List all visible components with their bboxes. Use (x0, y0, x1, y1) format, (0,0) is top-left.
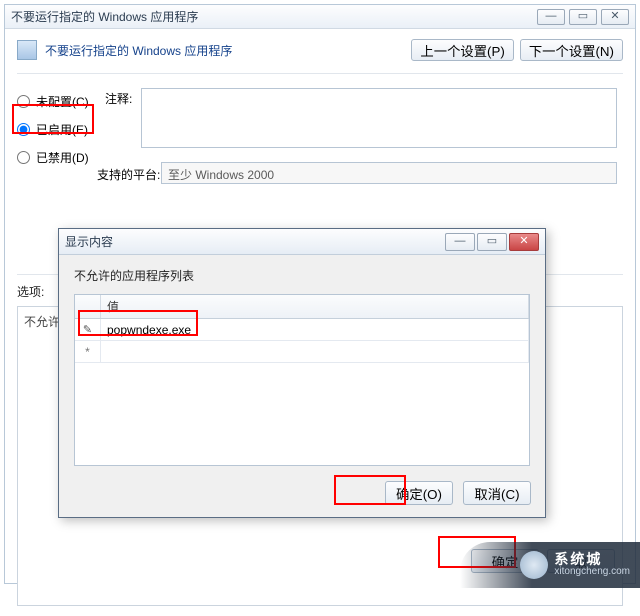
grid-header-blank (75, 295, 101, 318)
gp-header-row: 不要运行指定的 Windows 应用程序 上一个设置(P) 下一个设置(N) (17, 39, 623, 74)
asterisk-icon: * (85, 345, 90, 359)
gp-titlebar: 不要运行指定的 Windows 应用程序 — ▭ ✕ (5, 5, 635, 29)
radio-disabled-label: 已禁用(D) (36, 149, 89, 166)
minimize-button[interactable]: — (537, 9, 565, 25)
dialog-close-button[interactable]: ✕ (509, 233, 539, 251)
grid-header-value: 值 (101, 295, 529, 318)
radio-not-configured[interactable] (17, 95, 30, 108)
grid-new-cell[interactable] (101, 341, 529, 362)
dialog-maximize-button[interactable]: ▭ (477, 233, 507, 251)
state-radio-group: 未配置(C) 已启用(E) 已禁用(D) 注释: 支持的平台: 至少 Windo… (17, 88, 623, 170)
dialog-window-controls: — ▭ ✕ (443, 233, 539, 251)
grid-header: 值 (75, 295, 529, 319)
pencil-icon: ✎ (83, 323, 92, 336)
policy-icon (17, 40, 37, 60)
window-controls: — ▭ ✕ (537, 9, 629, 25)
grid-row-new[interactable]: * (75, 341, 529, 363)
dialog-caption: 不允许的应用程序列表 (74, 267, 530, 284)
dialog-body: 不允许的应用程序列表 值 ✎ * 确定(O) 取消(C) (59, 255, 545, 478)
show-contents-dialog: 显示内容 — ▭ ✕ 不允许的应用程序列表 值 ✎ * (58, 228, 546, 518)
grid-cell-value[interactable] (101, 319, 529, 340)
watermark-url: xitongcheng.com (554, 567, 630, 578)
radio-not-configured-label: 未配置(C) (36, 93, 89, 110)
grid-new-row-indicator: * (75, 341, 101, 362)
dialog-ok-button[interactable]: 确定(O) (385, 481, 453, 505)
close-button[interactable]: ✕ (601, 9, 629, 25)
next-setting-button[interactable]: 下一个设置(N) (520, 39, 623, 61)
dialog-title: 显示内容 (65, 233, 443, 250)
gear-icon (520, 551, 548, 579)
watermark-text: 系统城 xitongcheng.com (554, 552, 630, 577)
watermark-cn: 系统城 (554, 552, 630, 567)
dialog-minimize-button[interactable]: — (445, 233, 475, 251)
previous-setting-button[interactable]: 上一个设置(P) (411, 39, 513, 61)
watermark: 系统城 xitongcheng.com (460, 542, 640, 588)
grid-row-0[interactable]: ✎ (75, 319, 529, 341)
policy-title: 不要运行指定的 Windows 应用程序 (45, 42, 405, 59)
radio-disabled[interactable] (17, 151, 30, 164)
value-input[interactable] (107, 322, 522, 338)
radio-enabled-label: 已启用(E) (36, 121, 88, 138)
dialog-buttons: 确定(O) 取消(C) (385, 481, 531, 505)
radio-enabled[interactable] (17, 123, 30, 136)
value-grid[interactable]: 值 ✎ * (74, 294, 530, 466)
dialog-titlebar: 显示内容 — ▭ ✕ (59, 229, 545, 255)
comment-textarea[interactable] (141, 88, 617, 148)
grid-row-indicator: ✎ (75, 319, 101, 340)
comment-label: 注释: (105, 90, 132, 107)
platform-field: 至少 Windows 2000 (161, 162, 617, 184)
gp-window-title: 不要运行指定的 Windows 应用程序 (11, 8, 537, 25)
dialog-cancel-button[interactable]: 取消(C) (463, 481, 531, 505)
platform-label: 支持的平台: (97, 166, 160, 183)
maximize-button[interactable]: ▭ (569, 9, 597, 25)
options-hint: 不允许 (24, 315, 60, 329)
